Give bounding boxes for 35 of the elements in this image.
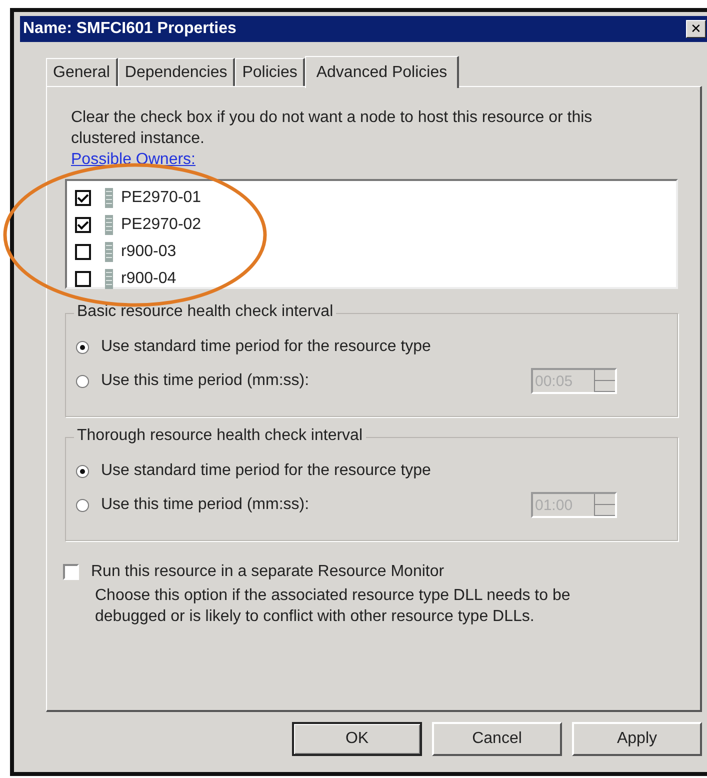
option-label: Use this time period (mm:ss): — [101, 496, 310, 514]
radio-button[interactable] — [76, 464, 89, 478]
radio-button[interactable] — [76, 374, 89, 388]
tab[interactable]: Policies — [235, 58, 306, 86]
radio-button[interactable] — [76, 498, 89, 512]
option-description: Choose this option if the associated resource type DLL needs to be debugged or is likely to conflict with other resource type DLLs. — [95, 586, 572, 627]
close-button[interactable]: ✕ — [686, 20, 706, 38]
server-icon — [105, 214, 113, 234]
radio-button[interactable] — [76, 340, 89, 354]
tab[interactable]: General — [46, 58, 118, 86]
node-name: PE2970-02 — [121, 216, 202, 234]
checkbox[interactable] — [75, 216, 91, 232]
checkbox[interactable] — [75, 190, 91, 206]
option-label: Use this time period (mm:ss): — [101, 372, 310, 390]
window-title: Name: SMFCI601 Properties — [23, 20, 236, 38]
server-icon — [105, 188, 113, 208]
checkbox[interactable] — [75, 244, 91, 260]
option-label: Use standard time period for the resource type — [101, 338, 431, 356]
option-label: Use standard time period for the resource type — [101, 462, 431, 480]
checkbox[interactable] — [75, 270, 91, 286]
node-name: r900-03 — [121, 242, 176, 260]
dialog-button[interactable]: Apply — [572, 722, 702, 756]
tab[interactable]: Dependencies — [118, 58, 236, 86]
node-name: r900-04 — [121, 270, 176, 288]
option-label: Run this resource in a separate Resource Monitor — [91, 563, 444, 581]
node-name: PE2970-01 — [121, 188, 202, 206]
tab[interactable]: Advanced Policies — [305, 56, 460, 88]
dialog-button[interactable]: Cancel — [432, 722, 562, 756]
checkbox[interactable] — [63, 564, 79, 580]
group-title: Thorough resource health check interval — [74, 427, 366, 445]
possible-owners-link[interactable]: Possible Owners: — [71, 151, 196, 169]
server-icon — [105, 268, 113, 288]
description-text: Clear the check box if you do not want a node to host this resource or this clustered instance. — [71, 108, 594, 149]
dialog-button[interactable]: OK — [292, 722, 422, 756]
server-icon — [105, 242, 113, 262]
